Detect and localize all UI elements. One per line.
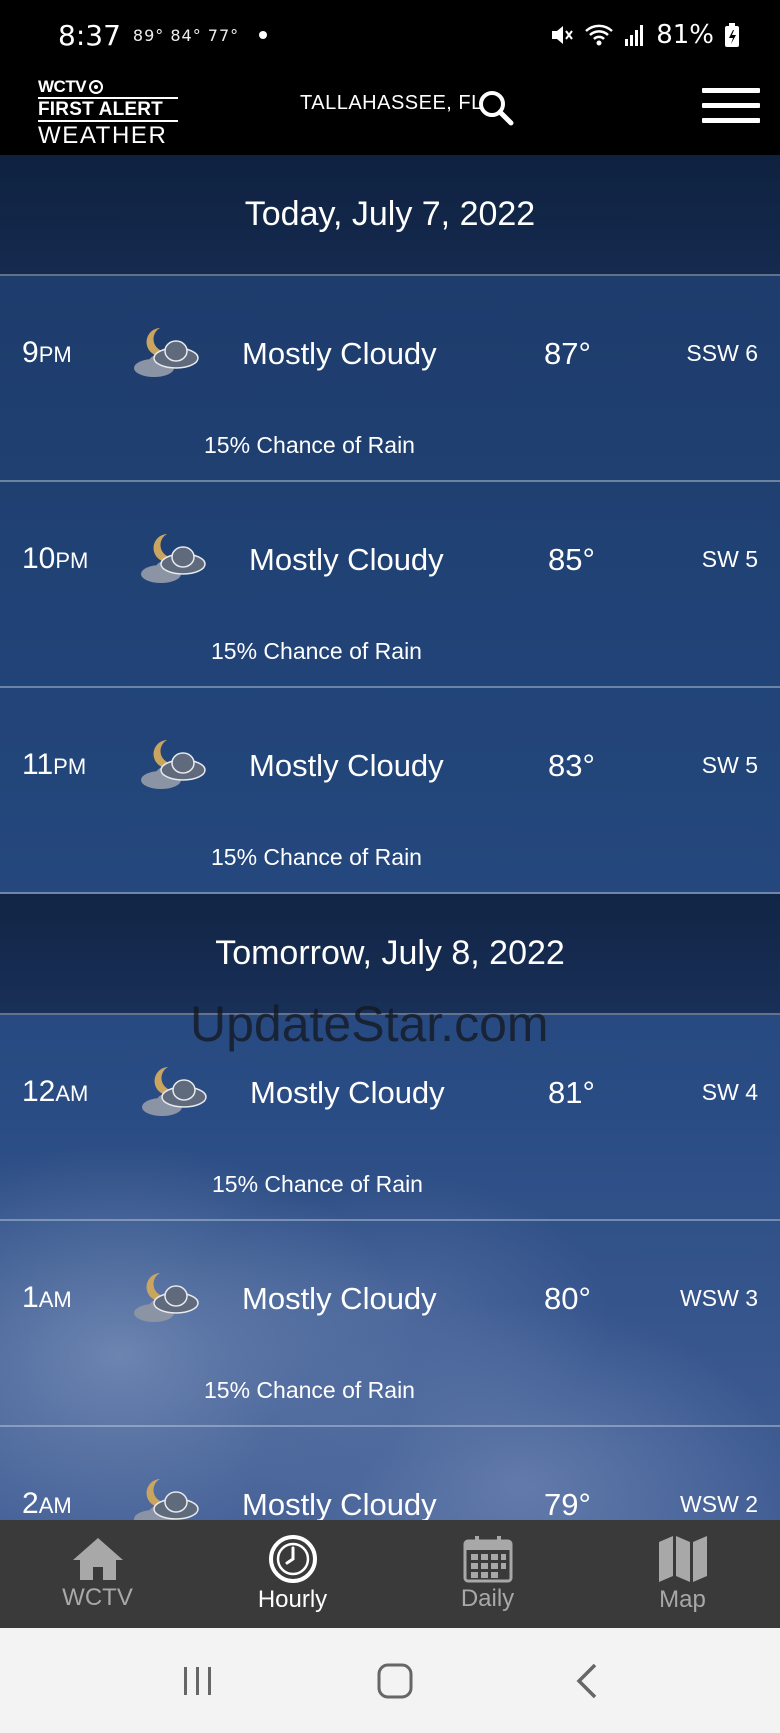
hour-wind: SSW 6: [686, 340, 758, 366]
hour-temp: 81°: [548, 1075, 595, 1110]
moon-cloud-icon: [130, 324, 202, 380]
status-bar: 8:37 89° 84° 77° 81%: [0, 0, 780, 70]
hour-condition: Mostly Cloudy: [242, 336, 437, 371]
hour-wind: SW 5: [701, 752, 758, 778]
day-header-tomorrow: Tomorrow, July 8, 2022: [0, 894, 780, 1015]
location-label[interactable]: TALLAHASSEE, FL: [300, 92, 483, 115]
hour-wind: WSW 3: [680, 1285, 758, 1311]
calendar-icon: [463, 1536, 512, 1583]
hour-condition: Mostly Cloudy: [242, 1281, 437, 1316]
hour-temp: 85°: [548, 542, 595, 577]
day-title: Today, July 7, 2022: [244, 195, 536, 233]
hour-time: 10PM: [22, 542, 89, 575]
logo-wctv-text: WCTV: [38, 77, 87, 96]
hour-time: 9PM: [22, 336, 72, 369]
recent-apps-icon[interactable]: [181, 1665, 215, 1697]
hour-time: 1AM: [22, 1281, 72, 1314]
nav-tab-daily[interactable]: Daily: [390, 1520, 585, 1628]
nav-label: WCTV: [62, 1584, 133, 1611]
logo-weather-text: WEATHER: [38, 122, 168, 149]
hour-row[interactable]: 1AM Mostly Cloudy 80° WSW 3 15% Chance o…: [0, 1221, 780, 1427]
nav-label: Hourly: [257, 1586, 328, 1613]
system-nav-bar: [0, 1628, 780, 1733]
status-temps: 89° 84° 77°: [132, 25, 240, 45]
day-title: Tomorrow, July 8, 2022: [215, 934, 565, 972]
hour-rain-chance: 15% Chance of Rain: [211, 638, 422, 664]
hour-temp: 79°: [544, 1487, 591, 1520]
hour-condition: Mostly Cloudy: [242, 1487, 437, 1520]
hour-row[interactable]: 9PM Mostly Cloudy 87° SSW 6 15% Chance o…: [0, 276, 780, 482]
mute-icon: [548, 22, 574, 48]
moon-cloud-icon: [130, 1269, 202, 1325]
wctv-first-alert-logo[interactable]: WCTV FIRST ALERT WEATHER: [38, 78, 178, 148]
hour-rain-chance: 15% Chance of Rain: [204, 432, 415, 458]
moon-cloud-icon: [137, 530, 209, 586]
cbs-eye-icon: [89, 79, 104, 94]
signal-icon: [624, 23, 646, 47]
day-header-today: Today, July 7, 2022: [0, 155, 780, 276]
hourly-forecast-list[interactable]: Today, July 7, 2022 9PM Mostly Cloudy 87…: [0, 155, 780, 1520]
clock-icon: [268, 1535, 317, 1583]
bottom-nav: WCTV Hourly Daily Map: [0, 1520, 780, 1628]
hour-rain-chance: 15% Chance of Rain: [211, 844, 422, 870]
home-icon: [72, 1538, 123, 1580]
nav-tab-hourly[interactable]: Hourly: [195, 1520, 390, 1628]
hour-condition: Mostly Cloudy: [250, 1075, 445, 1110]
hour-time: 11PM: [22, 748, 87, 781]
nav-tab-map[interactable]: Map: [585, 1520, 780, 1628]
hour-row[interactable]: 10PM Mostly Cloudy 85° SW 5 15% Chance o…: [0, 482, 780, 688]
moon-cloud-icon: [130, 1475, 202, 1520]
hour-wind: WSW 2: [680, 1491, 758, 1517]
hour-wind: SW 4: [701, 1079, 758, 1105]
hour-row[interactable]: 12AM Mostly Cloudy 81° SW 4 15% Chance o…: [0, 1015, 780, 1221]
hour-rain-chance: 15% Chance of Rain: [212, 1171, 423, 1197]
hour-time: 2AM: [22, 1487, 72, 1520]
moon-cloud-icon: [138, 1063, 210, 1119]
back-icon[interactable]: [575, 1663, 599, 1699]
hour-temp: 87°: [544, 336, 591, 371]
search-icon[interactable]: [476, 88, 516, 128]
nav-tab-wctv[interactable]: WCTV: [0, 1520, 195, 1628]
hour-time: 12AM: [22, 1075, 89, 1108]
hamburger-menu-icon[interactable]: [702, 88, 760, 130]
hour-row[interactable]: 2AM Mostly Cloudy 79° WSW 2: [0, 1427, 780, 1520]
hour-row[interactable]: 11PM Mostly Cloudy 83° SW 5 15% Chance o…: [0, 688, 780, 894]
hour-condition: Mostly Cloudy: [249, 542, 444, 577]
logo-first-alert-text: FIRST ALERT: [38, 97, 178, 122]
hour-temp: 83°: [548, 748, 595, 783]
hour-rain-chance: 15% Chance of Rain: [204, 1377, 415, 1403]
wifi-icon: [584, 22, 614, 48]
hour-wind: SW 5: [701, 546, 758, 572]
app-header: WCTV FIRST ALERT WEATHER TALLAHASSEE, FL: [0, 70, 780, 155]
notification-dot-icon: [259, 31, 268, 39]
nav-label: Daily: [460, 1585, 515, 1612]
map-icon: [658, 1536, 707, 1582]
status-time: 8:37: [58, 18, 121, 52]
battery-charging-icon: [724, 22, 740, 48]
hour-condition: Mostly Cloudy: [249, 748, 444, 783]
battery-percent: 81%: [656, 20, 714, 50]
home-button-icon[interactable]: [377, 1663, 413, 1699]
status-right: 81%: [548, 20, 740, 50]
nav-label: Map: [659, 1586, 706, 1613]
moon-cloud-icon: [137, 736, 209, 792]
hour-temp: 80°: [544, 1281, 591, 1316]
